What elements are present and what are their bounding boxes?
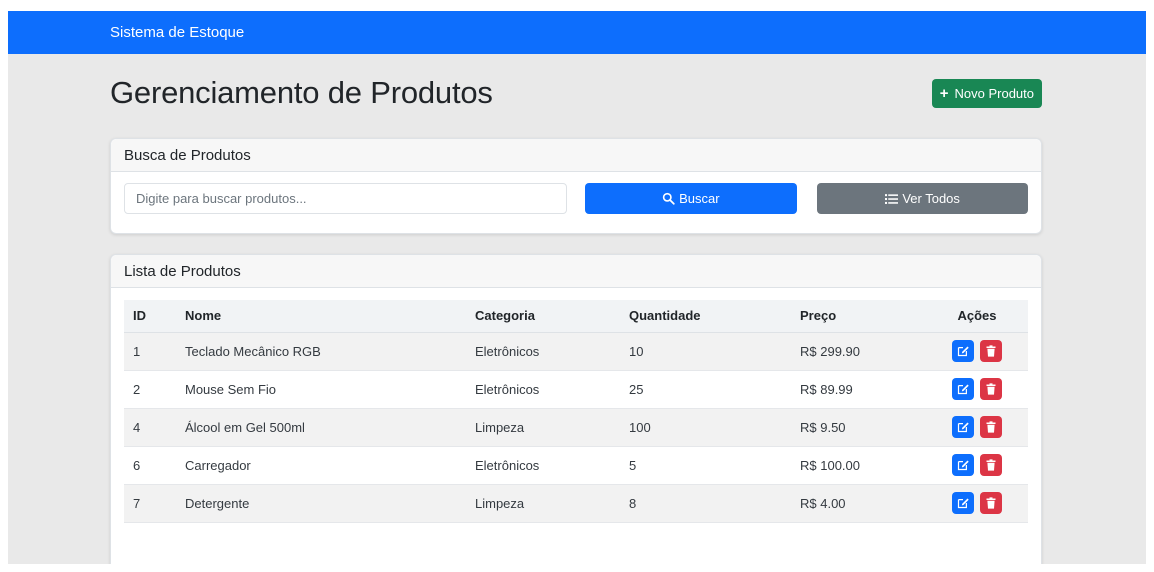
column-header-nome: Nome — [176, 300, 466, 333]
table-row: 7 Detergente Limpeza 8 R$ 4.00 — [124, 484, 1028, 523]
trash-icon — [986, 421, 996, 433]
table-body: 1 Teclado Mecânico RGB Eletrônicos 10 R$… — [124, 332, 1028, 523]
cell-nome: Carregador — [176, 446, 466, 485]
cell-categoria: Eletrônicos — [466, 332, 620, 371]
edit-icon — [958, 346, 969, 357]
cell-nome: Teclado Mecânico RGB — [176, 332, 466, 371]
cell-quantidade: 5 — [620, 446, 791, 485]
products-card: Lista de Produtos ID Nome Categoria Quan… — [110, 254, 1042, 564]
main-container: Gerenciamento de Produtos + Novo Produto… — [110, 54, 1042, 564]
delete-button[interactable] — [979, 492, 1002, 514]
cell-preco: R$ 89.99 — [791, 370, 926, 409]
search-icon — [662, 192, 675, 205]
cell-quantidade: 25 — [620, 370, 791, 409]
cell-preco: R$ 299.90 — [791, 332, 926, 371]
delete-button[interactable] — [979, 416, 1002, 438]
cell-acoes — [926, 332, 1028, 371]
cell-acoes — [926, 484, 1028, 523]
cell-nome: Álcool em Gel 500ml — [176, 408, 466, 447]
cell-quantidade: 100 — [620, 408, 791, 447]
cell-nome: Detergente — [176, 484, 466, 523]
cell-quantidade: 8 — [620, 484, 791, 523]
edit-icon — [958, 422, 969, 433]
edit-icon — [958, 460, 969, 471]
cell-acoes — [926, 446, 1028, 485]
edit-button[interactable] — [952, 340, 975, 362]
column-header-preco: Preço — [791, 300, 926, 333]
products-table: ID Nome Categoria Quantidade Preço Ações… — [124, 300, 1028, 523]
delete-button[interactable] — [979, 454, 1002, 476]
cell-preco: R$ 9.50 — [791, 408, 926, 447]
trash-icon — [986, 497, 996, 509]
table-row: 6 Carregador Eletrônicos 5 R$ 100.00 — [124, 446, 1028, 485]
cell-id: 7 — [124, 484, 176, 523]
list-icon — [885, 193, 899, 204]
edit-icon — [958, 498, 969, 509]
search-input[interactable] — [124, 183, 567, 214]
app-viewport: Sistema de Estoque Gerenciamento de Prod… — [8, 11, 1146, 564]
delete-button[interactable] — [979, 378, 1002, 400]
page-header: Gerenciamento de Produtos + Novo Produto — [110, 54, 1042, 138]
column-header-id: ID — [124, 300, 176, 333]
cell-categoria: Eletrônicos — [466, 446, 620, 485]
trash-icon — [986, 459, 996, 471]
trash-icon — [986, 383, 996, 395]
cell-id: 2 — [124, 370, 176, 409]
search-card-title: Busca de Produtos — [111, 139, 1041, 172]
column-header-categoria: Categoria — [466, 300, 620, 333]
cell-id: 4 — [124, 408, 176, 447]
table-row: 2 Mouse Sem Fio Eletrônicos 25 R$ 89.99 — [124, 370, 1028, 409]
cell-id: 1 — [124, 332, 176, 371]
page-title: Gerenciamento de Produtos — [110, 75, 493, 110]
cell-id: 6 — [124, 446, 176, 485]
navbar-brand[interactable]: Sistema de Estoque — [110, 24, 244, 41]
table-row: 1 Teclado Mecânico RGB Eletrônicos 10 R$… — [124, 332, 1028, 371]
edit-button[interactable] — [952, 454, 975, 476]
edit-button[interactable] — [952, 416, 975, 438]
table-header-row: ID Nome Categoria Quantidade Preço Ações — [124, 300, 1028, 333]
column-header-acoes: Ações — [926, 300, 1028, 333]
cell-categoria: Limpeza — [466, 408, 620, 447]
cell-preco: R$ 100.00 — [791, 446, 926, 485]
edit-icon — [958, 384, 969, 395]
search-button-label: Buscar — [679, 191, 720, 206]
view-all-button-label: Ver Todos — [902, 191, 960, 206]
products-body: ID Nome Categoria Quantidade Preço Ações… — [111, 288, 1041, 535]
delete-button[interactable] — [979, 340, 1002, 362]
edit-button[interactable] — [952, 378, 975, 400]
search-card: Busca de Produtos Buscar Ver Todos — [110, 138, 1042, 234]
new-product-label: Novo Produto — [954, 85, 1035, 101]
cell-categoria: Eletrônicos — [466, 370, 620, 409]
products-card-title: Lista de Produtos — [111, 255, 1041, 288]
view-all-button[interactable]: Ver Todos — [817, 183, 1028, 214]
navbar: Sistema de Estoque — [8, 11, 1146, 54]
search-body: Buscar Ver Todos — [111, 172, 1041, 225]
column-header-quantidade: Quantidade — [620, 300, 791, 333]
cell-acoes — [926, 408, 1028, 447]
trash-icon — [986, 345, 996, 357]
cell-preco: R$ 4.00 — [791, 484, 926, 523]
cell-quantidade: 10 — [620, 332, 791, 371]
cell-nome: Mouse Sem Fio — [176, 370, 466, 409]
edit-button[interactable] — [952, 492, 975, 514]
plus-icon: + — [939, 84, 949, 102]
new-product-button[interactable]: + Novo Produto — [931, 78, 1042, 108]
cell-acoes — [926, 370, 1028, 409]
cell-categoria: Limpeza — [466, 484, 620, 523]
table-row: 4 Álcool em Gel 500ml Limpeza 100 R$ 9.5… — [124, 408, 1028, 447]
search-button[interactable]: Buscar — [584, 183, 798, 214]
